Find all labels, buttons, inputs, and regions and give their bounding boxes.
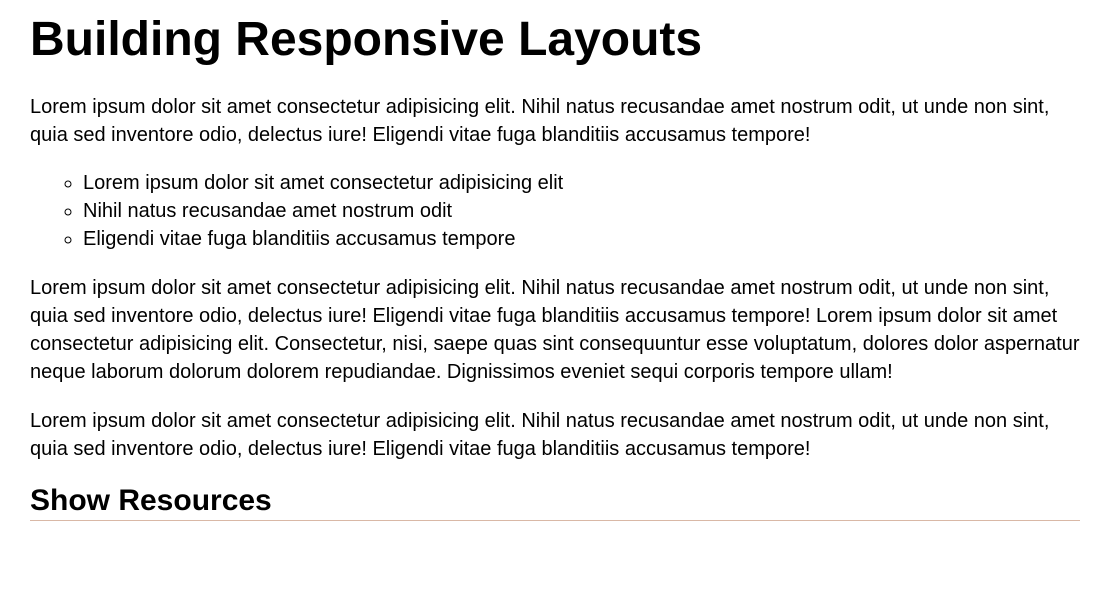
intro-paragraph: Lorem ipsum dolor sit amet consectetur a… xyxy=(30,96,1050,146)
list-item: Nihil natus recusandae amet nostrum odit xyxy=(83,197,1080,225)
closing-paragraph: Lorem ipsum dolor sit amet consectetur a… xyxy=(30,410,1050,460)
page-title: Building Responsive Layouts xyxy=(30,13,703,66)
resources-section-header: Show Resources xyxy=(30,484,1080,521)
show-resources-toggle[interactable]: Show Resources xyxy=(30,484,1080,518)
body-paragraph: Lorem ipsum dolor sit amet consectetur a… xyxy=(30,277,1080,383)
page-content: Building Responsive Layouts Lorem ipsum … xyxy=(0,12,1111,521)
list-item: Eligendi vitae fuga blanditiis accusamus… xyxy=(83,225,1080,253)
list-item: Lorem ipsum dolor sit amet consectetur a… xyxy=(83,169,1080,197)
bullet-list: Lorem ipsum dolor sit amet consectetur a… xyxy=(30,169,1080,253)
